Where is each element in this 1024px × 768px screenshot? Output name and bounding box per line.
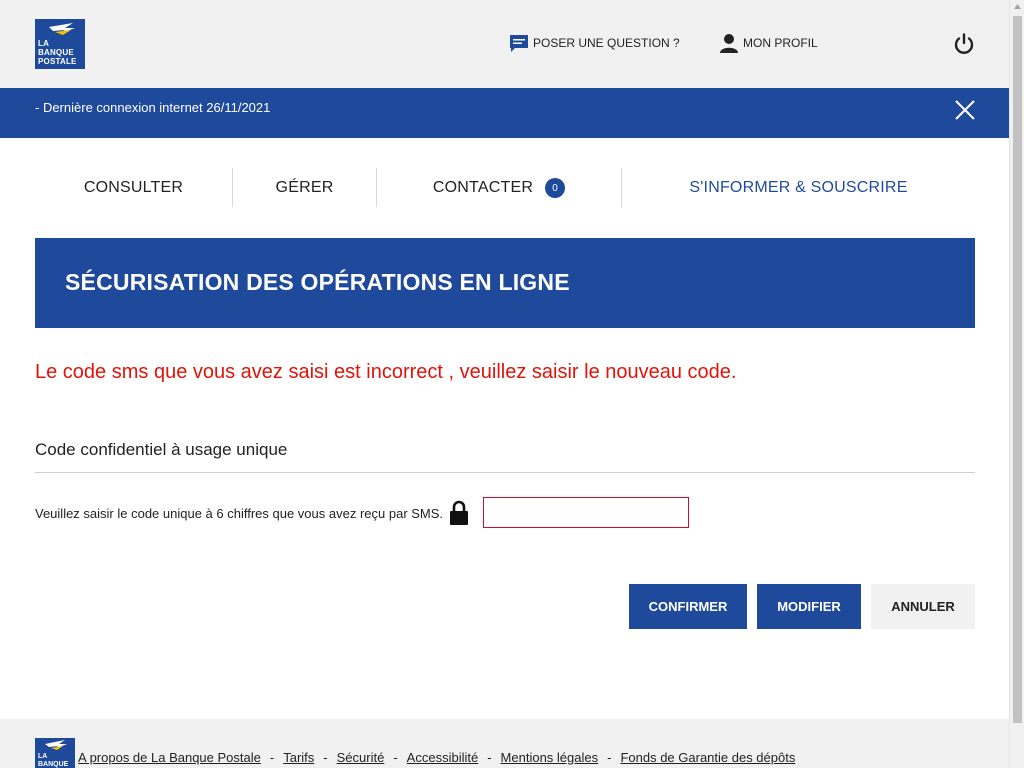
footer-link-accessibilite[interactable]: Accessibilité [407, 750, 479, 765]
user-icon [719, 33, 739, 53]
code-field-label: Veuillez saisir le code unique à 6 chiff… [35, 506, 444, 521]
footer-link-about[interactable]: A propos de La Banque Postale [78, 750, 261, 765]
nav-item-gerer[interactable]: GÉRER [233, 168, 376, 208]
footer-link-tarifs[interactable]: Tarifs [283, 750, 314, 765]
footer-link-securite[interactable]: Sécurité [337, 750, 385, 765]
nav-item-consulter[interactable]: CONSULTER [35, 168, 232, 208]
power-icon [954, 33, 974, 54]
logo-line: BANQUE [38, 761, 69, 768]
logo-line: BANQUE [38, 48, 74, 57]
last-login-text: - Dernière connexion internet 26/11/2021 [35, 100, 271, 115]
bird-logo-icon [45, 740, 67, 750]
vertical-scrollbar[interactable] [1009, 0, 1024, 768]
footer-separator: - [269, 750, 275, 765]
sms-code-input[interactable] [483, 497, 689, 528]
ask-question-label: POSER UNE QUESTION ? [533, 36, 680, 50]
logo-line: LA [38, 39, 50, 48]
nav-item-label: GÉRER [275, 179, 334, 196]
logo-text: LA BANQUE [38, 753, 68, 768]
my-profile-link[interactable]: MON PROFIL [719, 33, 818, 53]
footer-separator: - [323, 750, 328, 765]
nav-item-label: CONSULTER [83, 179, 184, 196]
logo-text: LA BANQUE POSTALE [38, 39, 77, 66]
footer-separator: - [607, 750, 612, 765]
scrollbar-thumb[interactable] [1013, 16, 1022, 723]
error-message: Le code sms que vous avez saisi est inco… [35, 361, 737, 383]
footer-separator: - [487, 750, 492, 765]
footer-logo[interactable]: LA BANQUE [35, 738, 75, 768]
nav-item-label: S'INFORMER & SOUSCRIRE [689, 179, 908, 196]
logo-line: LA [38, 753, 48, 760]
confirm-button[interactable]: CONFIRMER [629, 584, 747, 629]
bird-logo-icon [49, 23, 75, 35]
my-profile-label: MON PROFIL [743, 36, 818, 50]
modify-button[interactable]: MODIFIER [757, 584, 861, 629]
bank-logo[interactable]: LA BANQUE POSTALE [35, 19, 85, 69]
page-title: SÉCURISATION DES OPÉRATIONS EN LIGNE [65, 269, 570, 295]
nav-item-label: CONTACTER [432, 179, 534, 196]
section-divider [35, 472, 975, 473]
main-nav: CONSULTER GÉRER CONTACTER 0 S'INFORMER &… [35, 168, 975, 208]
banner-close-button[interactable] [955, 100, 975, 125]
nav-item-contacter[interactable]: CONTACTER 0 [377, 168, 621, 208]
scroll-up-icon[interactable] [1014, 4, 1021, 9]
page: LA BANQUE POSTALE POSER UNE QUESTION ? M… [0, 0, 1009, 768]
chat-icon [509, 33, 529, 53]
info-banner: - Dernière connexion internet 26/11/2021 [0, 88, 1009, 138]
logout-button[interactable] [952, 32, 976, 56]
logo-line: POSTALE [38, 57, 77, 66]
footer-link-mentions-legales[interactable]: Mentions légales [501, 750, 599, 765]
header: LA BANQUE POSTALE POSER UNE QUESTION ? M… [0, 0, 1009, 88]
close-icon [955, 100, 975, 120]
cancel-button[interactable]: ANNULER [871, 584, 975, 629]
footer-links: A propos de La Banque Postale - Tarifs -… [78, 750, 795, 765]
section-title: Code confidentiel à usage unique [35, 440, 288, 459]
message-count-badge: 0 [545, 178, 566, 198]
page-title-box: SÉCURISATION DES OPÉRATIONS EN LIGNE [35, 238, 975, 328]
footer-link-fonds-garantie[interactable]: Fonds de Garantie des dépôts [620, 750, 795, 765]
footer-separator: - [393, 750, 398, 765]
lock-icon [449, 500, 469, 531]
nav-item-informer-souscrire[interactable]: S'INFORMER & SOUSCRIRE [622, 168, 975, 208]
ask-question-link[interactable]: POSER UNE QUESTION ? [509, 33, 680, 53]
